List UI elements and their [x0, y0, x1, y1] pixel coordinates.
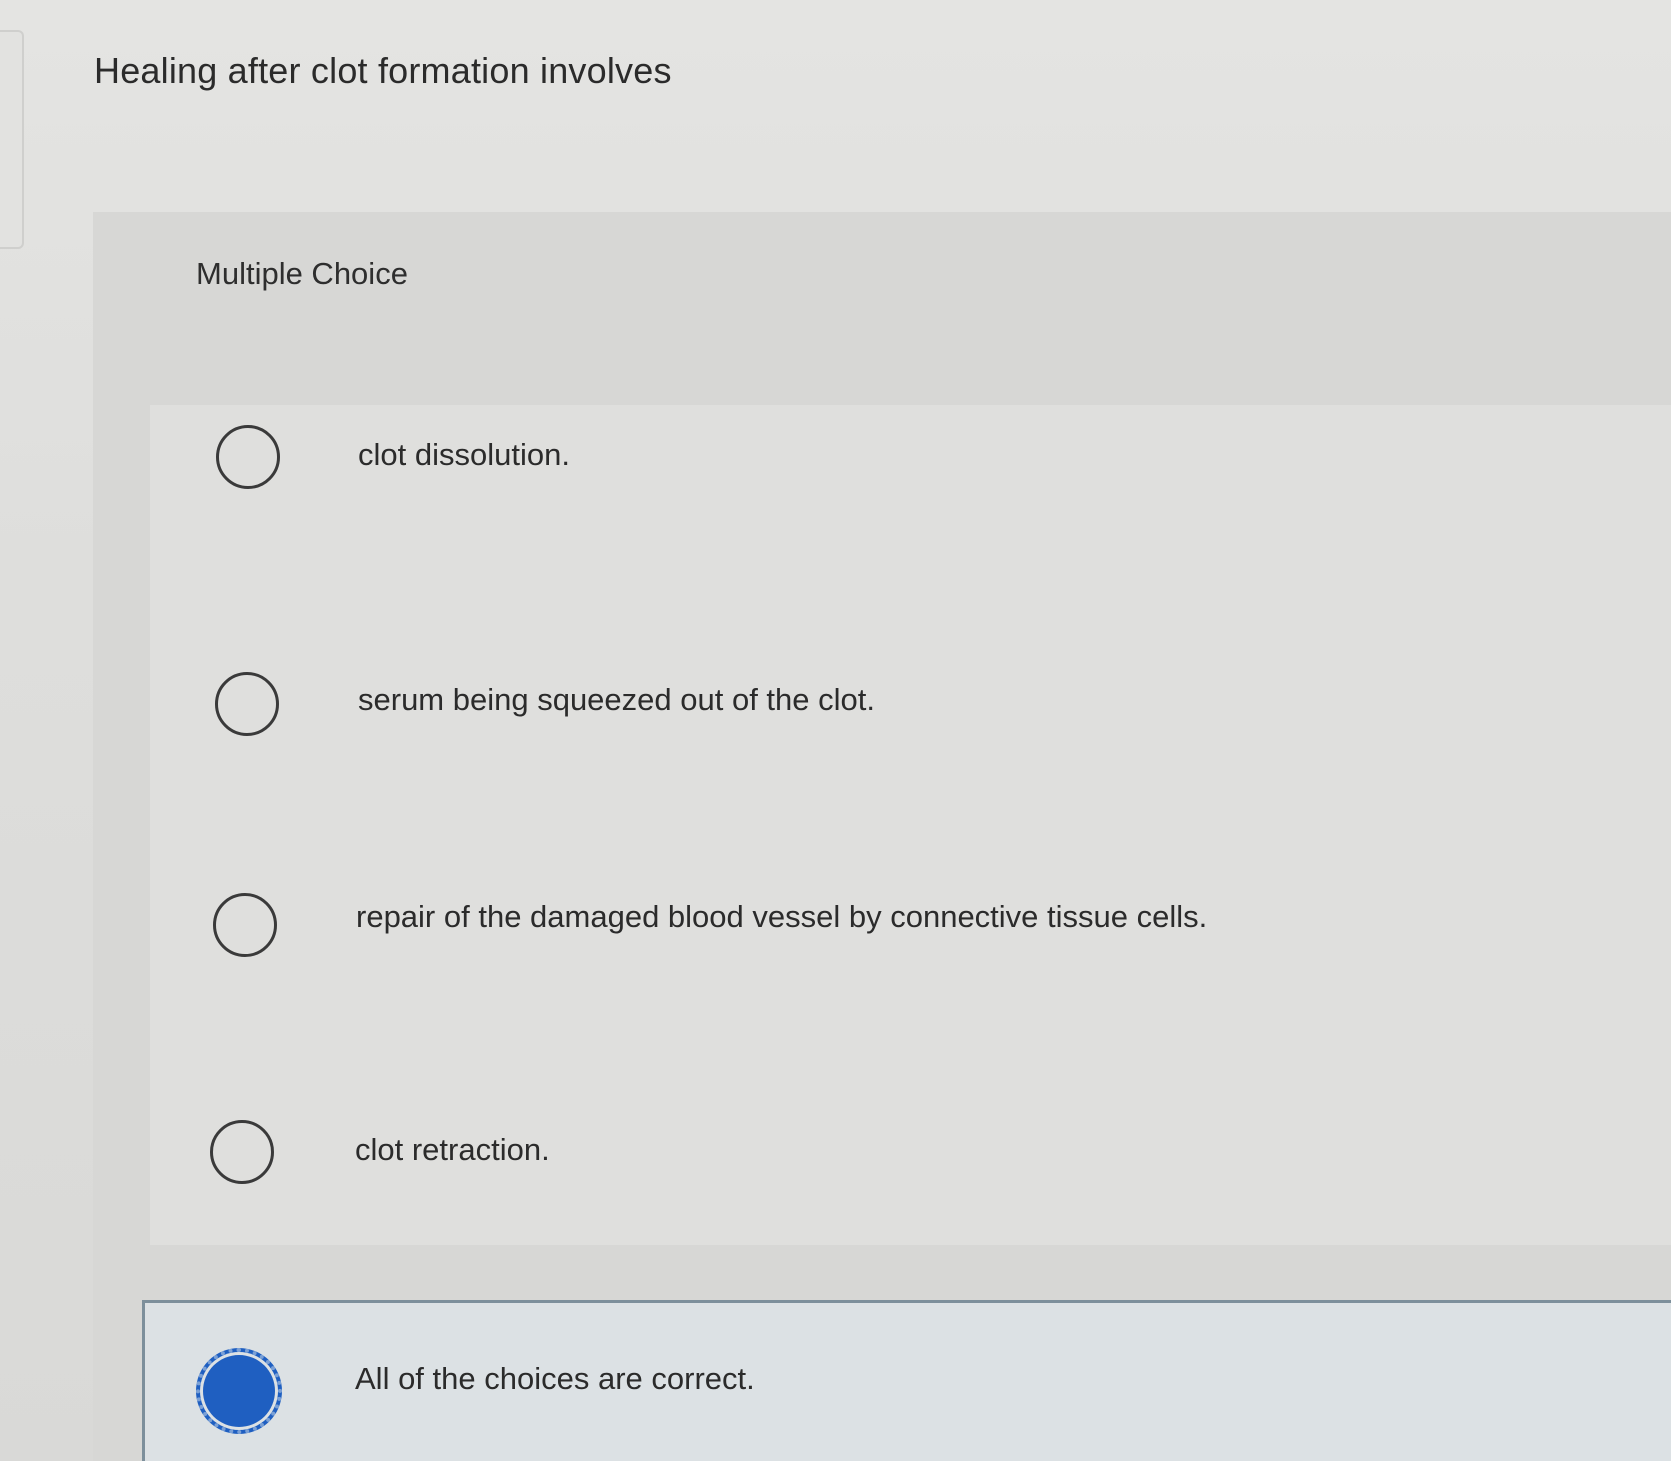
choice-option-3[interactable]: repair of the damaged blood vessel by co… [150, 845, 1671, 1045]
choice-label-3[interactable]: repair of the damaged blood vessel by co… [356, 899, 1207, 935]
choice-option-2[interactable]: serum being squeezed out of the clot. [150, 625, 1671, 825]
choice-label-5[interactable]: All of the choices are correct. [355, 1361, 755, 1397]
radio-button-1[interactable] [216, 425, 280, 489]
choice-option-5-selected[interactable]: All of the choices are correct. [142, 1300, 1671, 1461]
radio-button-4[interactable] [210, 1120, 274, 1184]
choice-option-1[interactable]: clot dissolution. [150, 405, 1671, 605]
radio-button-2[interactable] [215, 672, 279, 736]
choice-label-1[interactable]: clot dissolution. [358, 437, 570, 473]
side-panel-tab[interactable] [0, 30, 24, 249]
question-type-label: Multiple Choice [196, 256, 408, 291]
choice-label-4[interactable]: clot retraction. [355, 1132, 550, 1168]
choice-option-4[interactable]: clot retraction. [150, 1070, 1671, 1270]
radio-button-5-selected[interactable] [196, 1348, 282, 1434]
radio-button-3[interactable] [213, 893, 277, 957]
quiz-page: Healing after clot formation involves Mu… [0, 0, 1671, 1461]
choice-label-2[interactable]: serum being squeezed out of the clot. [358, 682, 875, 718]
question-prompt: Healing after clot formation involves [94, 50, 672, 91]
